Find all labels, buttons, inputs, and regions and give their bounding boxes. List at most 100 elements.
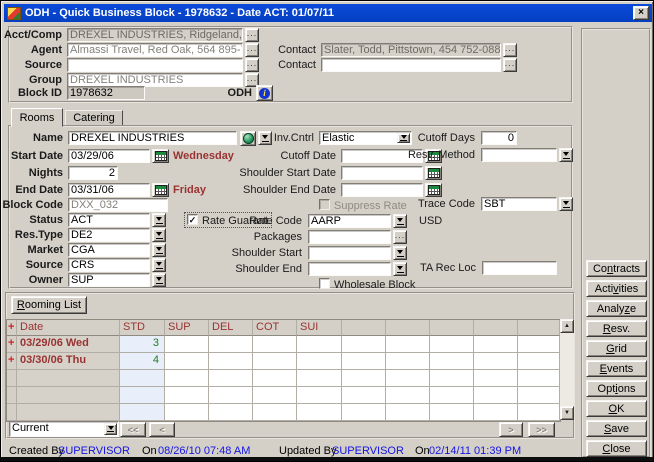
grid-cell[interactable] (253, 387, 297, 404)
grid-cell[interactable] (474, 387, 518, 404)
grid-cell[interactable] (474, 404, 518, 421)
close-button[interactable]: × (633, 6, 649, 20)
grid-cell[interactable] (253, 353, 297, 370)
grid-std-cell[interactable] (120, 387, 165, 404)
grid-cell[interactable] (386, 370, 430, 387)
contracts-button[interactable]: Contracts (586, 260, 647, 277)
res-type-field[interactable]: DE2 (68, 228, 150, 242)
packages-lookup-button[interactable]: ... (393, 230, 407, 244)
scroll-down-button[interactable]: ▼ (560, 406, 574, 420)
grid-cell[interactable] (386, 404, 430, 421)
grid-cell[interactable] (386, 336, 430, 353)
grid-cell[interactable] (342, 370, 386, 387)
grid-scrollbar[interactable]: ▲ ▼ (560, 319, 574, 420)
rate-code-dropdown-button[interactable] (393, 214, 407, 228)
grid-cell[interactable] (165, 370, 209, 387)
grid-cell[interactable] (386, 387, 430, 404)
owner-dropdown-button[interactable] (152, 273, 166, 287)
grid-cell[interactable] (518, 353, 560, 370)
title-bar[interactable]: ODH - Quick Business Block - 1978632 - D… (4, 4, 652, 22)
agent-field[interactable]: Almassi Travel, Red Oak, 564 895-7954 (67, 43, 243, 57)
profile-globe-button[interactable] (240, 131, 256, 146)
cutoff-days-field[interactable]: 0 (481, 131, 517, 145)
grid-cell[interactable] (297, 353, 342, 370)
grid-cell[interactable] (253, 336, 297, 353)
grid-std-cell[interactable] (120, 404, 165, 421)
contact1-field[interactable]: Slater, Todd, Pittstown, 454 752-0885 (321, 43, 501, 57)
resv-method-dropdown-button[interactable] (559, 148, 573, 162)
events-button[interactable]: Events (586, 360, 647, 377)
row-add-icon[interactable]: + (8, 337, 14, 349)
grid-cell[interactable] (430, 370, 474, 387)
grid-cell[interactable] (297, 404, 342, 421)
grid-cell[interactable] (518, 387, 560, 404)
rate-guarant-checkbox[interactable]: ✓ (187, 214, 198, 225)
source-dropdown-button[interactable] (152, 258, 166, 272)
grid-cell[interactable] (474, 353, 518, 370)
grid-cell[interactable] (430, 336, 474, 353)
nights-field[interactable]: 2 (68, 166, 118, 180)
grid-cell[interactable] (297, 387, 342, 404)
source-lookup-button[interactable]: ... (245, 58, 259, 72)
packages-field[interactable] (308, 230, 391, 244)
grid-cell[interactable] (209, 404, 253, 421)
grid-cell[interactable] (430, 387, 474, 404)
grid-cell[interactable] (165, 336, 209, 353)
grid-cell[interactable] (342, 404, 386, 421)
shoulder-end-date-field[interactable] (341, 183, 423, 197)
status-dropdown-button[interactable] (152, 213, 166, 227)
scroll-up-button[interactable]: ▲ (560, 319, 574, 333)
status-field[interactable]: ACT (68, 213, 150, 227)
market-field[interactable]: CGA (68, 243, 150, 257)
shoulder-end-field[interactable] (308, 262, 391, 276)
grid-cell[interactable] (209, 353, 253, 370)
grid-std-cell[interactable] (120, 370, 165, 387)
group-field[interactable]: DREXEL INDUSTRIES (67, 73, 243, 87)
grid-cell[interactable] (297, 336, 342, 353)
shoulder-start-field[interactable] (308, 246, 391, 260)
grid-cell[interactable] (165, 353, 209, 370)
shoulder-start-date-field[interactable] (341, 166, 423, 180)
last-page-button[interactable]: >> (528, 422, 555, 437)
resv-method-field[interactable] (481, 148, 557, 162)
activities-button[interactable]: Activities (586, 280, 647, 297)
grid-cell[interactable] (209, 370, 253, 387)
grid-cell[interactable] (474, 370, 518, 387)
inv-cntrl-dropdown-button[interactable] (397, 133, 410, 143)
trace-code-field[interactable]: SBT (481, 197, 557, 211)
grid-cell[interactable] (430, 353, 474, 370)
owner-field[interactable]: SUP (68, 273, 150, 287)
res-type-dropdown-button[interactable] (152, 228, 166, 242)
save-button[interactable]: Save (586, 420, 647, 437)
options-button[interactable]: Options (586, 380, 647, 397)
grid-cell[interactable] (253, 370, 297, 387)
grid-date-cell[interactable] (17, 370, 120, 387)
grid-cell[interactable] (209, 336, 253, 353)
shoulder-start-date-calendar-button[interactable] (425, 166, 442, 180)
view-filter-combo[interactable]: Current (9, 421, 119, 437)
scrollbar-track[interactable] (560, 333, 574, 406)
grid-cell[interactable] (297, 370, 342, 387)
ta-rec-loc-field[interactable] (482, 261, 557, 275)
acct-comp-field[interactable]: DREXEL INDUSTRIES, Ridgeland, 564 52 (67, 28, 243, 42)
contact2-field[interactable] (321, 58, 501, 72)
market-dropdown-button[interactable] (152, 243, 166, 257)
start-date-field[interactable]: 03/29/06 (68, 149, 150, 163)
grid-cell[interactable] (386, 353, 430, 370)
trace-code-dropdown-button[interactable] (559, 197, 573, 211)
rooms-grid[interactable]: + Date STD SUP DEL COT SUI + 03/29/06 We… (6, 319, 561, 422)
rooming-list-button[interactable]: Rooming List (11, 296, 87, 314)
grid-date-cell[interactable] (17, 404, 120, 421)
shoulder-end-dropdown-button[interactable] (393, 262, 407, 276)
grid-cell[interactable] (518, 336, 560, 353)
contact2-lookup-button[interactable]: ... (503, 58, 517, 72)
grid-add-icon[interactable]: + (8, 321, 14, 333)
grid-cell[interactable] (518, 370, 560, 387)
resv-button[interactable]: Resv. (586, 320, 647, 337)
close-window-button[interactable]: Close (586, 440, 647, 457)
grid-cell[interactable] (165, 404, 209, 421)
ok-button[interactable]: OK (586, 400, 647, 417)
grid-cell[interactable] (253, 404, 297, 421)
grid-button[interactable]: Grid (586, 340, 647, 357)
acct-comp-lookup-button[interactable]: ... (245, 28, 259, 42)
